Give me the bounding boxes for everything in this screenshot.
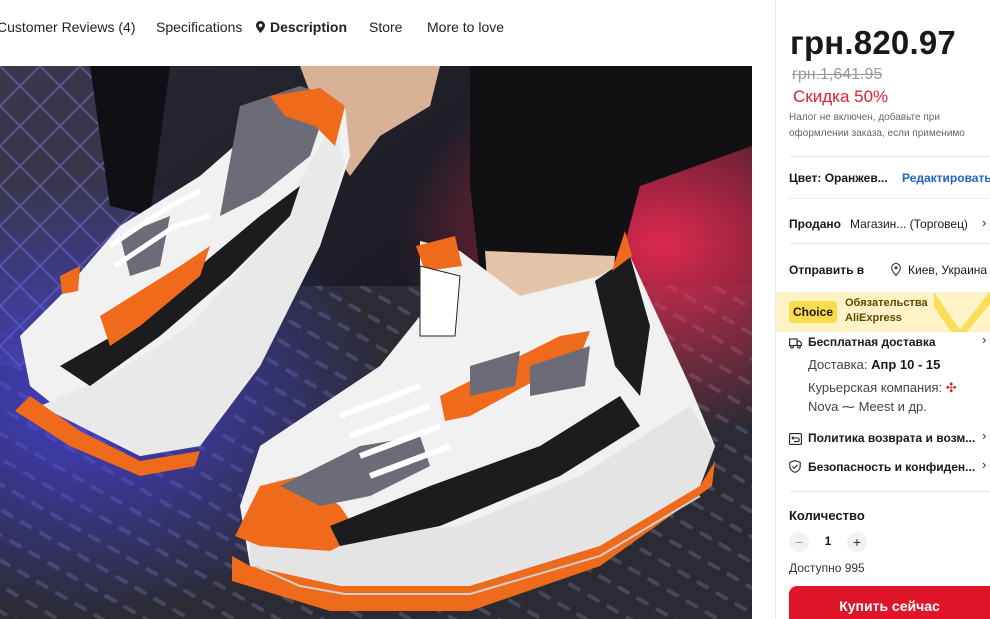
shield-icon [789,460,802,473]
divider [789,198,990,199]
ship-to-value[interactable]: Киев, Украина [908,263,987,277]
choice-badge: Choice [789,301,837,323]
location-pin-icon [256,20,265,36]
divider [789,243,990,244]
tab-store[interactable]: Store [369,19,402,35]
courier-line: Курьерская компания: ✣ [808,380,957,396]
chevron-right-icon[interactable]: › [982,332,986,347]
free-shipping-title[interactable]: Бесплатная доставка [808,335,936,349]
delivery-line: Доставка: Апр 10 - 15 [808,357,940,372]
available-count: Доступно 995 [789,561,865,575]
chevron-right-icon[interactable]: › [982,457,986,472]
tab-more-to-love[interactable]: More to love [427,19,504,35]
chevron-right-icon[interactable]: › [982,215,986,230]
seller-value[interactable]: Магазин... (Торговец) [850,217,968,231]
color-label: Цвет: [789,171,822,185]
tab-customer-reviews[interactable]: Customer Reviews (4) [0,19,135,35]
divider [789,156,990,157]
original-price: грн.1,641.95 [792,66,883,83]
chevron-right-icon[interactable]: › [982,428,986,443]
return-policy-title[interactable]: Политика возврата и возм... [808,431,975,445]
discount-label: Скидка 50% [793,87,889,106]
sneakers-illustration [0,66,752,619]
carrier-cross-icon: ✣ [945,380,957,395]
return-box-icon [789,432,802,445]
choice-banner[interactable]: Choice Обязательства AliExpress [776,292,990,332]
choice-check-icon [934,292,990,332]
color-row: Цвет: Оранжев... [789,171,888,185]
quantity-label: Количество [789,508,865,523]
delivery-label: Доставка: [808,357,868,372]
quantity-increase-button[interactable]: + [847,532,867,552]
product-tabs: Customer Reviews (4) Specifications Desc… [0,0,775,56]
purchase-panel: грн.820.97 грн.1,641.95 Скидка 50% Налог… [776,0,990,619]
delivery-dates: Апр 10 - 15 [871,357,941,372]
edit-color-link[interactable]: Редактировать [902,171,990,185]
product-image[interactable] [0,66,752,619]
courier-value: Nova ⁓ Meest и др. [808,399,927,414]
tab-description-label: Description [270,19,348,35]
tax-note: Налог не включен, добавьте при оформлени… [789,112,965,139]
divider [789,491,990,492]
courier-label: Курьерская компания: [808,380,943,395]
tab-specifications[interactable]: Specifications [156,19,242,35]
security-privacy-title[interactable]: Безопасность и конфиден... [808,460,975,474]
quantity-decrease-button[interactable]: − [789,532,809,552]
color-value: Оранжев... [824,171,888,185]
ship-to-label: Отправить в [789,263,865,277]
current-price: грн.820.97 [790,24,956,61]
tab-description[interactable]: Description [256,19,347,36]
seller-label: Продано [789,217,841,231]
buy-now-button[interactable]: Купить сейчас [789,586,990,619]
quantity-value[interactable]: 1 [821,534,835,548]
truck-icon [789,336,802,349]
location-pin-icon [891,262,904,277]
